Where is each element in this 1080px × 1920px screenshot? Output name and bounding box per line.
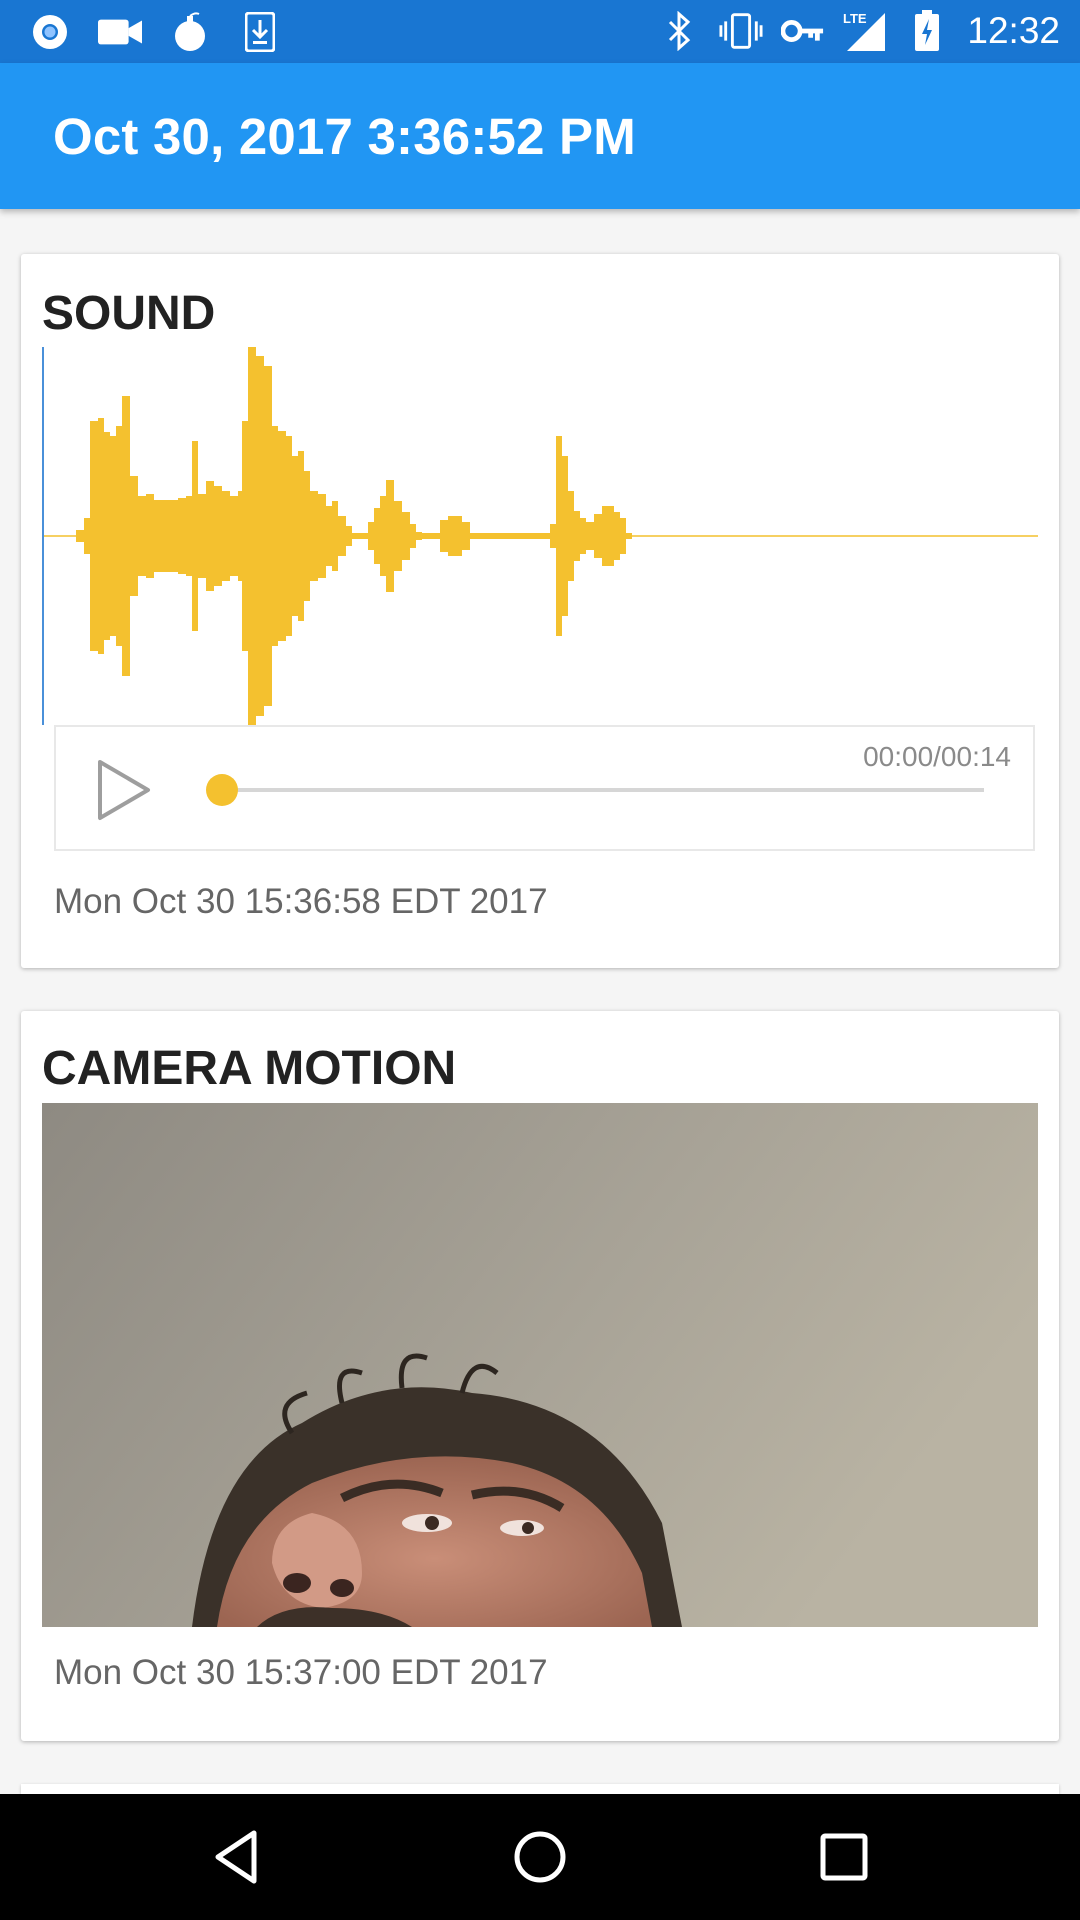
- camera-card-title: CAMERA MOTION: [42, 1042, 457, 1095]
- cell-signal-icon: LTE: [843, 9, 887, 53]
- play-icon[interactable]: [94, 758, 154, 822]
- sound-card-title: SOUND: [42, 287, 216, 340]
- next-card-edge: [21, 1784, 1059, 1794]
- sound-waveform: [42, 347, 1038, 725]
- svg-text:LTE: LTE: [843, 11, 867, 26]
- bluetooth-icon: [657, 9, 701, 53]
- seek-bar[interactable]: [206, 774, 984, 806]
- camera-timestamp: Mon Oct 30 15:37:00 EDT 2017: [54, 1653, 548, 1692]
- back-icon[interactable]: [206, 1827, 266, 1887]
- seek-thumb[interactable]: [206, 774, 238, 806]
- chrome-icon: [28, 10, 72, 54]
- camera-card: CAMERA MOTION Mon Oct 30 15:37:00 EDT 20…: [21, 1011, 1059, 1741]
- video-camera-icon: [98, 10, 142, 54]
- status-bar: LTE 12:32: [0, 0, 1080, 63]
- home-icon[interactable]: [510, 1827, 570, 1887]
- vibrate-icon: [719, 9, 763, 53]
- navigation-bar: [0, 1794, 1080, 1920]
- vpn-key-icon: [781, 9, 825, 53]
- page-title: Oct 30, 2017 3:36:52 PM: [53, 108, 636, 165]
- sound-card: SOUND 00:00/00:14 Mon Oct 30 15:36:58 ED…: [21, 254, 1059, 968]
- bomb-icon: [168, 10, 212, 54]
- sound-timestamp: Mon Oct 30 15:36:58 EDT 2017: [54, 882, 548, 921]
- camera-photo[interactable]: [42, 1103, 1038, 1627]
- audio-player: 00:00/00:14: [54, 725, 1035, 851]
- battery-icon: [905, 9, 949, 53]
- app-bar: Oct 30, 2017 3:36:52 PM: [0, 63, 1080, 209]
- status-time: 12:32: [967, 10, 1060, 51]
- recents-icon[interactable]: [814, 1827, 874, 1887]
- download-icon: [238, 10, 282, 54]
- playback-time: 00:00/00:14: [863, 741, 1011, 772]
